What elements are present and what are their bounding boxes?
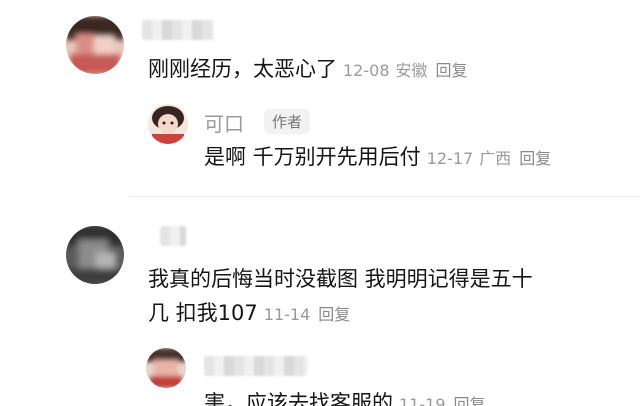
reply-button[interactable]: 回复 — [318, 305, 350, 324]
comment-date: 12-17 — [426, 149, 474, 168]
author-badge: 作者 — [264, 109, 311, 134]
comment-body-line-2: 几 扣我107 11-14 回复 — [148, 296, 533, 332]
comment-location: 广西 — [479, 149, 512, 168]
comment-location: 安徽 — [395, 61, 428, 80]
reply-button[interactable]: 回复 — [436, 61, 468, 80]
comment-body-line-1: 我真的后悔当时没截图 我明明记得是五十 — [148, 267, 533, 291]
username[interactable] — [160, 226, 186, 246]
comment-text: 我真的后悔当时没截图 我明明记得是五十 几 扣我107 11-14 回复 — [148, 262, 533, 332]
divider — [130, 196, 640, 197]
comment-text: 刚刚经历，太恶心了 12-08 安徽 回复 — [148, 52, 468, 88]
comment-body: 害，应该去找客服的 — [204, 391, 393, 406]
comment-date: 11-19 — [399, 395, 446, 406]
username[interactable]: 可口 — [204, 108, 244, 137]
username[interactable] — [204, 356, 308, 376]
avatar[interactable] — [66, 226, 124, 284]
comment-date: 11-14 — [263, 305, 311, 324]
avatar[interactable] — [146, 348, 186, 388]
comment-thread: 刚刚经历，太恶心了 12-08 安徽 回复 可口 作者 是啊 千万别开先用后付 12-1… — [0, 0, 640, 406]
reply-button[interactable]: 回复 — [454, 395, 486, 406]
reply-button[interactable]: 回复 — [519, 149, 551, 168]
avatar[interactable] — [66, 16, 124, 74]
comment-body: 刚刚经历，太恶心了 — [148, 57, 337, 81]
comment-text: 是啊 千万别开先用后付 12-17 广西 回复 — [204, 140, 551, 176]
comment-body: 是啊 千万别开先用后付 — [204, 145, 421, 169]
comment-body: 几 扣我107 — [148, 301, 258, 325]
username[interactable] — [142, 20, 214, 40]
avatar[interactable] — [148, 104, 188, 144]
comment-text: 害，应该去找客服的 11-19 回复 — [204, 386, 486, 406]
comment-date: 12-08 — [343, 61, 390, 80]
